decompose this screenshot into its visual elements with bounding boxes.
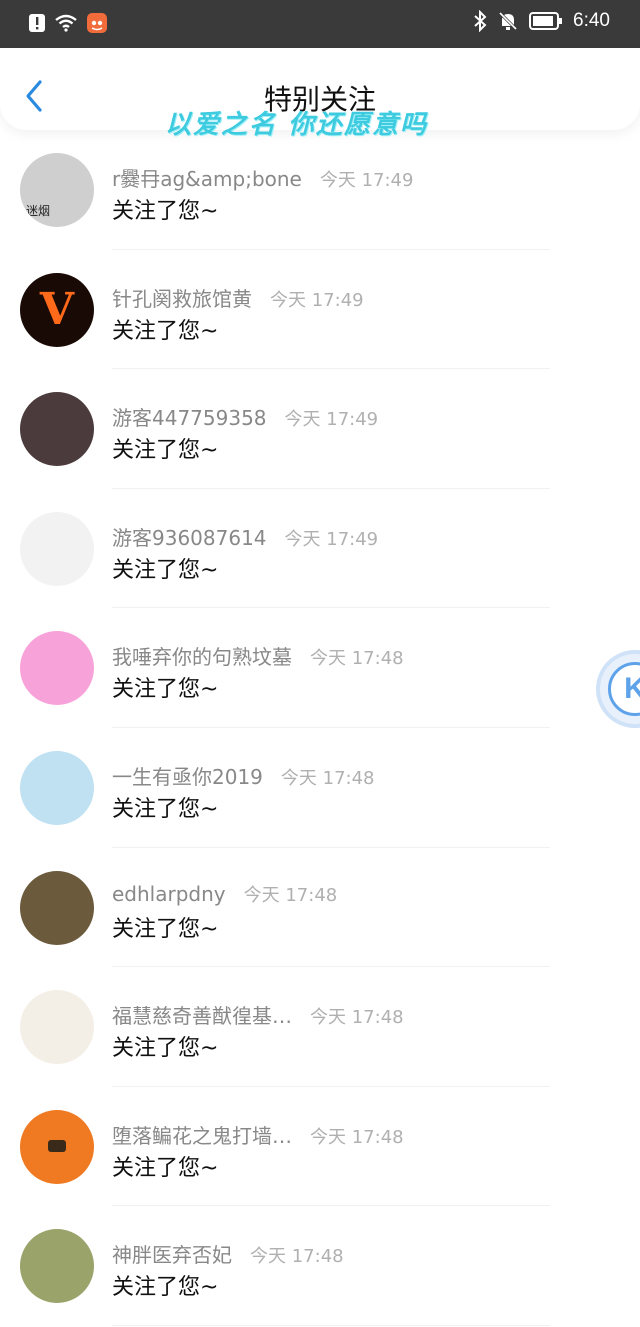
item-header: 游客936087614 今天 17:49 [112, 522, 378, 551]
list-item[interactable]: 一生有亟你2019 今天 17:48 关注了您~ [0, 728, 640, 848]
username[interactable]: r爨冄ag&amp;bone [112, 163, 302, 192]
list-item[interactable]: edhlarpdny 今天 17:48 关注了您~ [0, 848, 640, 968]
avatar[interactable] [20, 990, 94, 1065]
timestamp: 今天 17:48 [250, 1246, 344, 1268]
username[interactable]: 我唾弃你的句熟坟墓 [112, 641, 292, 670]
item-header: 福慧慈奇善猷徨基… 今天 17:48 [112, 1000, 404, 1029]
wifi-icon [54, 14, 78, 32]
message-text: 关注了您~ [112, 318, 219, 344]
list-item[interactable]: 福慧慈奇善猷徨基… 今天 17:48 关注了您~ [0, 967, 640, 1087]
avatar[interactable]: V [20, 272, 94, 347]
item-header: r爨冄ag&amp;bone 今天 17:49 [112, 163, 413, 192]
message-text: 关注了您~ [112, 199, 219, 224]
username[interactable]: edhlarpdny [112, 882, 226, 906]
avatar[interactable] [20, 750, 94, 825]
message-text: 关注了您~ [112, 438, 219, 464]
list-item[interactable]: 迷烟 r爨冄ag&amp;bone 今天 17:49 关注了您~ [0, 130, 640, 250]
item-header: 我唾弃你的句熟坟墓 今天 17:48 [112, 641, 404, 670]
status-bar-left [28, 12, 108, 34]
mute-icon [497, 10, 519, 32]
username[interactable]: 堕落鳊花之鬼打墙… [112, 1120, 292, 1149]
username[interactable]: 游客447759358 [112, 402, 267, 431]
bluetooth-icon [473, 10, 487, 32]
message-text: 关注了您~ [112, 677, 219, 703]
floating-k-label: K [608, 662, 640, 716]
username[interactable]: 福慧慈奇善猷徨基… [112, 1000, 292, 1029]
list-item[interactable]: 游客936087614 今天 17:49 关注了您~ [0, 489, 640, 609]
item-header: 一生有亟你2019 今天 17:48 [112, 761, 375, 790]
item-header: 游客447759358 今天 17:49 [112, 402, 378, 431]
status-time: 6:40 [573, 10, 610, 31]
item-header: edhlarpdny 今天 17:48 [112, 881, 337, 907]
avatar[interactable]: 迷烟 [20, 153, 94, 227]
list-item[interactable]: V 针孔阕救旅馆黄 今天 17:49 关注了您~ [0, 250, 640, 370]
avatar[interactable] [20, 1229, 94, 1304]
message-text: 关注了您~ [112, 1275, 219, 1301]
message-text: 关注了您~ [112, 796, 219, 822]
avatar[interactable] [20, 392, 94, 467]
divider [112, 1324, 550, 1326]
avatar-text: V [39, 283, 75, 335]
message-text: 关注了您~ [112, 1155, 219, 1181]
alert-icon [28, 13, 46, 33]
timestamp: 今天 17:48 [243, 884, 338, 906]
username[interactable]: 神胖医弃否妃 [112, 1239, 232, 1268]
avatar[interactable] [20, 1109, 94, 1184]
list-item[interactable]: 游客447759358 今天 17:49 关注了您~ [0, 369, 640, 489]
timestamp: 今天 17:49 [319, 170, 414, 191]
item-header: 神胖医弃否妃 今天 17:48 [112, 1239, 344, 1268]
status-bar-right: 6:40 [473, 10, 610, 32]
timestamp: 今天 17:48 [310, 1126, 404, 1148]
message-text: 关注了您~ [112, 1036, 219, 1062]
follow-list: 迷烟 r爨冄ag&amp;bone 今天 17:49 关注了您~ V 针孔阕救旅馆黄 今天 … [0, 130, 640, 1326]
list-item[interactable]: 我唾弃你的句熟坟墓 今天 17:48 关注了您~ [0, 608, 640, 728]
username[interactable]: 游客936087614 [112, 522, 267, 551]
item-header: 堕落鳊花之鬼打墙… 今天 17:48 [112, 1120, 404, 1149]
avatar[interactable] [20, 631, 94, 706]
avatar-text: 迷烟 [26, 204, 51, 218]
message-text: 关注了您~ [112, 916, 219, 942]
list-item[interactable]: 神胖医弃否妃 今天 17:48 关注了您~ [0, 1206, 640, 1326]
timestamp: 今天 17:48 [310, 1007, 404, 1029]
username[interactable]: 一生有亟你2019 [112, 761, 263, 790]
timestamp: 今天 17:48 [280, 767, 375, 789]
timestamp: 今天 17:49 [284, 528, 379, 550]
status-bar: 6:40 [0, 0, 640, 48]
app-header: 特别关注 以爱之名 你还愿意吗 [0, 48, 640, 140]
app-notification-icon [86, 12, 108, 34]
item-header: 针孔阕救旅馆黄 今天 17:49 [112, 283, 364, 312]
avatar[interactable] [20, 511, 94, 586]
message-text: 关注了您~ [112, 557, 219, 583]
avatar-face-icon [48, 1139, 66, 1152]
battery-icon [529, 11, 563, 31]
list-item[interactable]: 堕落鳊花之鬼打墙… 今天 17:48 关注了您~ [0, 1087, 640, 1207]
username[interactable]: 针孔阕救旅馆黄 [112, 283, 252, 312]
timestamp: 今天 17:49 [284, 409, 379, 431]
timestamp: 今天 17:48 [310, 648, 404, 670]
avatar[interactable] [20, 870, 94, 945]
timestamp: 今天 17:49 [270, 289, 364, 311]
